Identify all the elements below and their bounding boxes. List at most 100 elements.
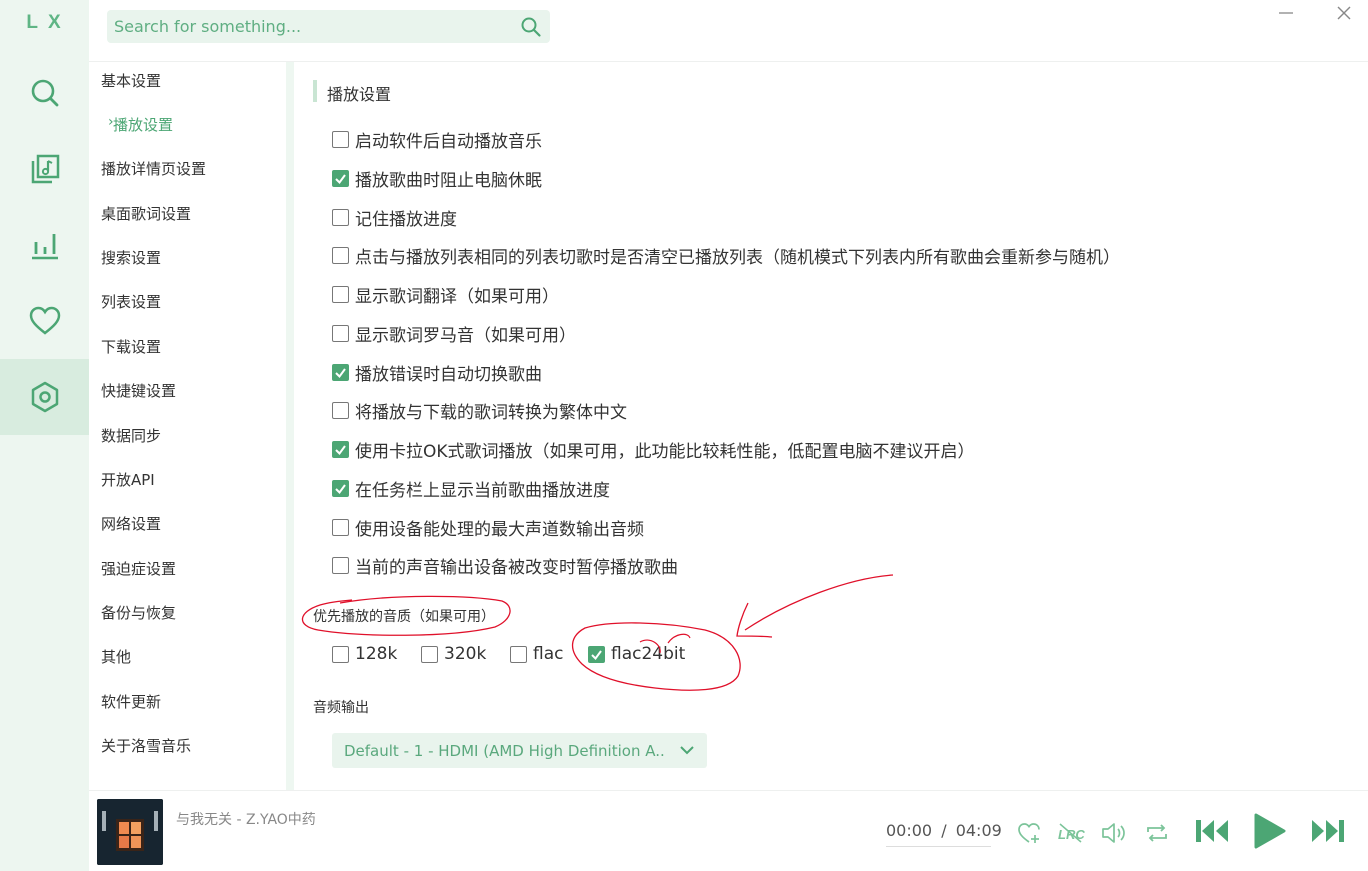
option-row[interactable]: 记住播放进度: [332, 205, 457, 230]
menu-item[interactable]: 列表设置: [101, 291, 161, 312]
option-label: 播放错误时自动切换歌曲: [355, 365, 542, 385]
checkbox[interactable]: [332, 131, 349, 148]
collect-button[interactable]: [1015, 819, 1043, 847]
checkbox[interactable]: [332, 170, 349, 187]
option-label: 播放歌曲时阻止电脑休眠: [355, 171, 542, 191]
album-cover[interactable]: [97, 799, 163, 865]
search-icon[interactable]: [520, 16, 542, 38]
audio-output-title: 音频输出: [313, 700, 369, 716]
lyric-icon: LRC: [1058, 823, 1085, 843]
menu-item[interactable]: 桌面歌词设置: [101, 203, 191, 224]
menu-item[interactable]: 网络设置: [101, 513, 161, 534]
menu-item-label: 列表设置: [101, 293, 162, 311]
close-button[interactable]: [1332, 2, 1356, 24]
section-accent-bar: [313, 80, 317, 102]
settings-icon: [31, 381, 58, 413]
menu-item-label: 桌面歌词设置: [101, 205, 192, 223]
option-row[interactable]: 在任务栏上显示当前歌曲播放进度: [332, 476, 610, 501]
search-input[interactable]: [107, 10, 507, 43]
menu-item[interactable]: 数据同步: [101, 425, 161, 446]
checkbox[interactable]: [421, 645, 438, 663]
option-label: 当前的声音输出设备被改变时暂停播放歌曲: [355, 558, 678, 578]
nav-love[interactable]: [0, 283, 89, 359]
quality-option[interactable]: flac24bit: [588, 644, 685, 664]
quality-option[interactable]: flac: [510, 644, 563, 664]
option-row[interactable]: 显示歌词罗马音（如果可用）: [332, 321, 576, 346]
play-button[interactable]: [1249, 811, 1289, 851]
checkbox[interactable]: [332, 480, 349, 497]
quality-option[interactable]: 320k: [421, 644, 486, 664]
heart-icon: [29, 306, 60, 335]
checkbox[interactable]: [332, 247, 349, 264]
menu-item[interactable]: 搜索设置: [101, 247, 161, 268]
checkbox[interactable]: [588, 645, 605, 663]
song-title[interactable]: 与我无关 - Z.YAO中药: [176, 809, 316, 829]
menu-item[interactable]: › 播放设置: [108, 114, 174, 135]
menu-scrollbar[interactable]: [286, 62, 294, 790]
option-row[interactable]: 点击与播放列表相同的列表切歌时是否清空已播放列表（随机模式下列表内所有歌曲会重新…: [332, 243, 1120, 268]
option-label: 显示歌词翻译（如果可用）: [355, 287, 559, 307]
menu-item-label: 备份与恢复: [101, 604, 177, 622]
minimize-button[interactable]: [1274, 2, 1298, 24]
menu-item[interactable]: 播放详情页设置: [101, 158, 206, 179]
checkbox[interactable]: [332, 325, 349, 342]
menu-item[interactable]: 关于洛雪音乐: [101, 735, 191, 756]
desktop-lyric-button[interactable]: LRC: [1056, 819, 1086, 847]
repeat-mode-button[interactable]: [1143, 819, 1171, 847]
option-label: 使用设备能处理的最大声道数输出音频: [355, 520, 644, 540]
quality-option[interactable]: 128k: [332, 644, 397, 664]
option-row[interactable]: 显示歌词翻译（如果可用）: [332, 282, 559, 307]
menu-item[interactable]: 下载设置: [101, 336, 161, 357]
annotation-arrow: [736, 574, 894, 638]
checkbox[interactable]: [510, 645, 527, 663]
option-label: 320k: [444, 644, 487, 664]
next-button[interactable]: [1307, 813, 1347, 849]
menu-item[interactable]: 其他: [101, 646, 131, 667]
nav-leaderboard[interactable]: [0, 207, 89, 283]
checkbox[interactable]: [332, 402, 349, 419]
option-label: 记住播放进度: [355, 210, 457, 230]
audio-output-value: Default - 1 - HDMI (AMD High Definition …: [344, 741, 666, 760]
close-icon: [1337, 6, 1351, 20]
menu-item-label: 播放设置: [113, 116, 174, 134]
section-title: 播放设置: [327, 85, 392, 104]
menu-item[interactable]: 开放API: [101, 469, 155, 490]
option-row[interactable]: 将播放与下载的歌词转换为繁体中文: [332, 398, 627, 423]
nav-song-list[interactable]: [0, 131, 89, 207]
menu-item-label: 播放详情页设置: [101, 160, 207, 178]
checkbox[interactable]: [332, 441, 349, 458]
option-label: 128k: [355, 644, 398, 664]
menu-item[interactable]: 快捷键设置: [101, 380, 176, 401]
checkbox[interactable]: [332, 557, 349, 574]
audio-output-select[interactable]: Default - 1 - HDMI (AMD High Definition …: [332, 733, 707, 768]
option-row[interactable]: 当前的声音输出设备被改变时暂停播放歌曲: [332, 553, 678, 578]
checkbox[interactable]: [332, 645, 349, 663]
chart-icon: [31, 234, 58, 260]
checkbox[interactable]: [332, 209, 349, 226]
previous-button[interactable]: [1193, 813, 1233, 849]
option-row[interactable]: 启动软件后自动播放音乐: [332, 127, 542, 152]
menu-item[interactable]: 软件更新: [101, 691, 161, 712]
checkbox[interactable]: [332, 519, 349, 536]
option-label: flac24bit: [611, 644, 686, 664]
menu-item[interactable]: 强迫症设置: [101, 558, 176, 579]
collect-icon: [1018, 823, 1040, 843]
repeat-icon: [1147, 824, 1167, 842]
nav-search[interactable]: [0, 55, 89, 131]
checkbox[interactable]: [332, 364, 349, 381]
option-row[interactable]: 播放错误时自动切换歌曲: [332, 360, 542, 385]
menu-item-label: 强迫症设置: [101, 560, 177, 578]
quality-title: 优先播放的音质（如果可用）: [313, 609, 495, 625]
option-row[interactable]: 使用卡拉OK式歌词播放（如果可用，此功能比较耗性能，低配置电脑不建议开启）: [332, 437, 975, 462]
menu-item-label: 开放API: [101, 471, 155, 489]
app-logo: LX: [26, 12, 71, 33]
menu-item[interactable]: 备份与恢复: [101, 602, 176, 623]
menu-item[interactable]: 基本设置: [101, 70, 161, 91]
progress-bar[interactable]: [886, 846, 991, 847]
option-row[interactable]: 播放歌曲时阻止电脑休眠: [332, 166, 542, 191]
option-row[interactable]: 使用设备能处理的最大声道数输出音频: [332, 515, 644, 540]
volume-button[interactable]: [1099, 819, 1129, 847]
option-label: flac: [533, 644, 564, 664]
nav-settings[interactable]: [0, 359, 89, 435]
checkbox[interactable]: [332, 286, 349, 303]
